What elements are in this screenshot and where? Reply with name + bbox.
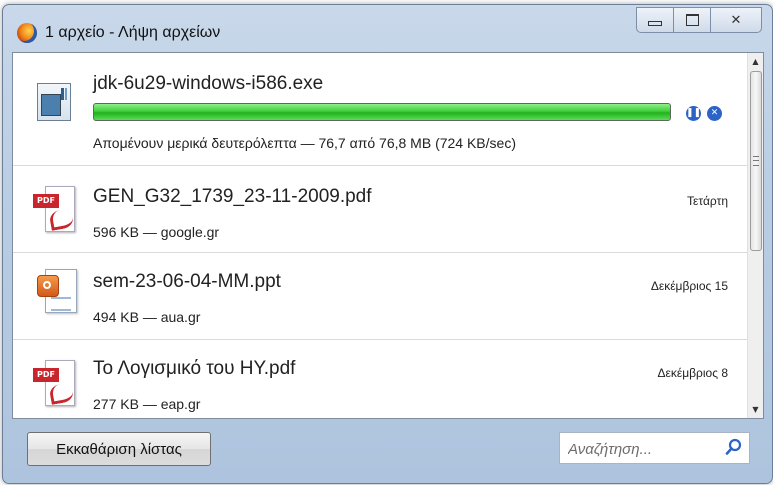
maximize-icon <box>685 14 699 26</box>
download-meta: 596 KB — google.gr <box>93 224 220 240</box>
exe-file-icon <box>37 83 71 121</box>
download-filename: Το Λογισμικό του ΗΥ.pdf <box>93 358 296 379</box>
minimize-icon <box>648 20 662 26</box>
downloads-list: jdk-6u29-windows-i586.exe ❚❚ ✕ Απομένουν… <box>13 53 748 418</box>
pdf-file-icon: PDF <box>33 186 77 236</box>
firefox-icon <box>17 23 37 43</box>
vertical-scrollbar[interactable]: ▲ ▼ <box>747 53 763 418</box>
pause-button[interactable]: ❚❚ <box>686 106 701 121</box>
cancel-button[interactable]: ✕ <box>707 106 722 121</box>
close-button[interactable]: ✕ <box>710 7 762 33</box>
search-input[interactable] <box>566 438 720 460</box>
pause-icon: ❚❚ <box>686 108 702 118</box>
search-icon[interactable] <box>725 438 743 456</box>
maximize-button[interactable] <box>673 7 711 33</box>
progress-fill <box>94 104 669 120</box>
download-date: Δεκέμβριος 15 <box>650 279 728 293</box>
download-progress-bar <box>93 103 671 121</box>
window-controls: ✕ <box>636 7 762 33</box>
close-icon: ✕ <box>730 12 742 28</box>
download-item[interactable]: sem-23-06-04-MM.ppt Δεκέμβριος 15 494 KB… <box>13 253 748 340</box>
search-box <box>559 432 750 464</box>
download-filename: jdk-6u29-windows-i586.exe <box>93 73 324 94</box>
window-title: 1 αρχείο - Λήψη αρχείων <box>45 24 221 41</box>
ppt-file-icon <box>37 267 77 317</box>
scroll-up-arrow-icon[interactable]: ▲ <box>748 53 763 70</box>
download-status: Απομένουν μερικά δευτερόλεπτα — 76,7 από… <box>93 135 516 151</box>
scroll-down-arrow-icon[interactable]: ▼ <box>748 401 763 418</box>
pdf-file-icon: PDF <box>33 360 77 410</box>
download-item[interactable]: PDF Το Λογισμικό του ΗΥ.pdf Δεκέμβριος 8… <box>13 340 748 418</box>
download-item[interactable]: PDF GEN_G32_1739_23-11-2009.pdf Τετάρτη … <box>13 166 748 253</box>
download-date: Δεκέμβριος 8 <box>657 366 729 380</box>
download-filename: GEN_G32_1739_23-11-2009.pdf <box>93 186 372 207</box>
scroll-grip-icon <box>753 156 759 166</box>
title-bar: 1 αρχείο - Λήψη αρχείων ✕ <box>3 5 772 49</box>
downloads-list-panel: jdk-6u29-windows-i586.exe ❚❚ ✕ Απομένουν… <box>12 52 764 419</box>
download-meta: 277 KB — eap.gr <box>93 396 201 412</box>
download-meta: 494 KB — aua.gr <box>93 309 201 325</box>
clear-list-button[interactable]: Εκκαθάριση λίστας <box>27 432 211 466</box>
scrollbar-thumb[interactable] <box>750 71 762 251</box>
download-date: Τετάρτη <box>687 194 728 208</box>
minimize-button[interactable] <box>636 7 674 33</box>
download-filename: sem-23-06-04-MM.ppt <box>93 271 281 292</box>
download-item[interactable]: jdk-6u29-windows-i586.exe ❚❚ ✕ Απομένουν… <box>13 53 748 166</box>
downloads-window: 1 αρχείο - Λήψη αρχείων ✕ jdk-6u29-windo… <box>2 4 773 484</box>
cancel-icon: ✕ <box>710 108 719 118</box>
